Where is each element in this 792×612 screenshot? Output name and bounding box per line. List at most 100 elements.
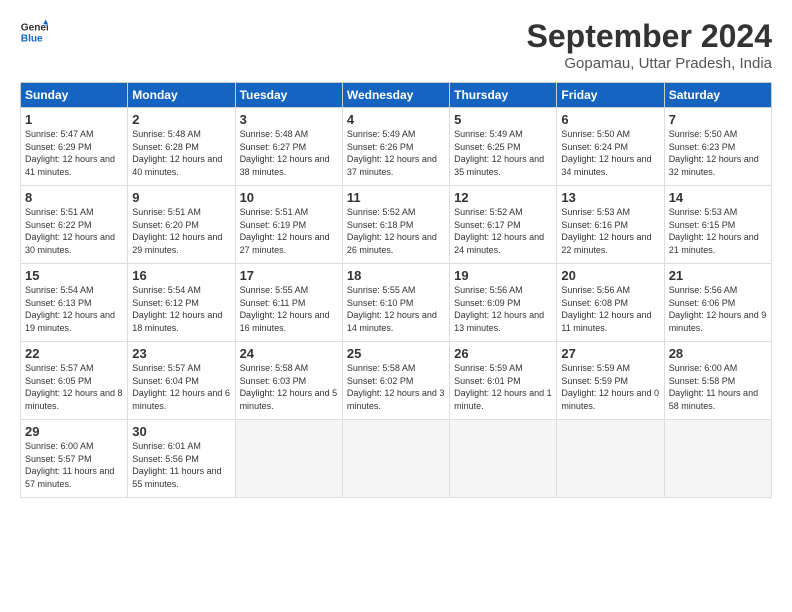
day-info: Sunrise: 5:59 AMSunset: 5:59 PMDaylight:… — [561, 363, 659, 411]
day-number: 20 — [561, 268, 659, 283]
week-row-4: 22 Sunrise: 5:57 AMSunset: 6:05 PMDayligh… — [21, 342, 772, 420]
day-cell: 22 Sunrise: 5:57 AMSunset: 6:05 PMDayligh… — [21, 342, 128, 420]
day-cell: 28 Sunrise: 6:00 AMSunset: 5:58 PMDayligh… — [664, 342, 771, 420]
day-info: Sunrise: 5:48 AMSunset: 6:28 PMDaylight:… — [132, 129, 222, 177]
col-monday: Monday — [128, 83, 235, 108]
calendar-table: Sunday Monday Tuesday Wednesday Thursday… — [20, 82, 772, 498]
day-cell: 18Sunrise: 5:55 AMSunset: 6:10 PMDayligh… — [342, 264, 449, 342]
day-info: Sunrise: 5:49 AMSunset: 6:25 PMDaylight:… — [454, 129, 544, 177]
day-info: Sunrise: 5:54 AMSunset: 6:13 PMDaylight:… — [25, 285, 115, 333]
day-info: Sunrise: 6:00 AMSunset: 5:57 PMDaylight:… — [25, 441, 114, 489]
day-info: Sunrise: 5:56 AMSunset: 6:08 PMDaylight:… — [561, 285, 651, 333]
day-cell: 25Sunrise: 5:58 AMSunset: 6:02 PMDayligh… — [342, 342, 449, 420]
day-cell: 30Sunrise: 6:01 AMSunset: 5:56 PMDayligh… — [128, 420, 235, 498]
day-number: 6 — [561, 112, 659, 127]
col-saturday: Saturday — [664, 83, 771, 108]
week-row-1: 1 Sunrise: 5:47 AMSunset: 6:29 PMDaylight… — [21, 108, 772, 186]
day-cell: 4 Sunrise: 5:49 AMSunset: 6:26 PMDaylight… — [342, 108, 449, 186]
day-cell — [557, 420, 664, 498]
day-info: Sunrise: 5:56 AMSunset: 6:09 PMDaylight:… — [454, 285, 544, 333]
logo-icon: General Blue — [20, 18, 48, 46]
day-info: Sunrise: 5:48 AMSunset: 6:27 PMDaylight:… — [240, 129, 330, 177]
day-info: Sunrise: 5:57 AMSunset: 6:05 PMDaylight:… — [25, 363, 123, 411]
day-cell: 21Sunrise: 5:56 AMSunset: 6:06 PMDayligh… — [664, 264, 771, 342]
day-info: Sunrise: 5:47 AMSunset: 6:29 PMDaylight:… — [25, 129, 115, 177]
day-info: Sunrise: 6:01 AMSunset: 5:56 PMDaylight:… — [132, 441, 221, 489]
day-cell: 26 Sunrise: 5:59 AMSunset: 6:01 PMDayligh… — [450, 342, 557, 420]
day-number: 5 — [454, 112, 552, 127]
day-number: 4 — [347, 112, 445, 127]
day-info: Sunrise: 5:58 AMSunset: 6:02 PMDaylight:… — [347, 363, 445, 411]
col-sunday: Sunday — [21, 83, 128, 108]
col-friday: Friday — [557, 83, 664, 108]
day-number: 11 — [347, 190, 445, 205]
header-row: Sunday Monday Tuesday Wednesday Thursday… — [21, 83, 772, 108]
svg-text:Blue: Blue — [21, 33, 43, 44]
day-info: Sunrise: 5:53 AMSunset: 6:16 PMDaylight:… — [561, 207, 651, 255]
day-number: 13 — [561, 190, 659, 205]
day-number: 7 — [669, 112, 767, 127]
week-row-3: 15 Sunrise: 5:54 AMSunset: 6:13 PMDayligh… — [21, 264, 772, 342]
day-cell: 19 Sunrise: 5:56 AMSunset: 6:09 PMDayligh… — [450, 264, 557, 342]
day-info: Sunrise: 5:59 AMSunset: 6:01 PMDaylight:… — [454, 363, 552, 411]
header-area: General Blue September 2024 Gopamau, Utt… — [20, 18, 772, 72]
day-info: Sunrise: 6:00 AMSunset: 5:58 PMDaylight:… — [669, 363, 758, 411]
day-cell: 16 Sunrise: 5:54 AMSunset: 6:12 PMDayligh… — [128, 264, 235, 342]
day-cell: 24 Sunrise: 5:58 AMSunset: 6:03 PMDayligh… — [235, 342, 342, 420]
day-number: 27 — [561, 346, 659, 361]
day-cell: 14 Sunrise: 5:53 AMSunset: 6:15 PMDayligh… — [664, 186, 771, 264]
week-row-5: 29Sunrise: 6:00 AMSunset: 5:57 PMDayligh… — [21, 420, 772, 498]
day-info: Sunrise: 5:56 AMSunset: 6:06 PMDaylight:… — [669, 285, 767, 333]
day-number: 19 — [454, 268, 552, 283]
day-info: Sunrise: 5:54 AMSunset: 6:12 PMDaylight:… — [132, 285, 222, 333]
day-info: Sunrise: 5:51 AMSunset: 6:19 PMDaylight:… — [240, 207, 330, 255]
day-number: 16 — [132, 268, 230, 283]
page: General Blue September 2024 Gopamau, Utt… — [0, 0, 792, 508]
day-number: 10 — [240, 190, 338, 205]
month-title: September 2024 — [527, 18, 772, 55]
col-tuesday: Tuesday — [235, 83, 342, 108]
day-cell: 27 Sunrise: 5:59 AMSunset: 5:59 PMDayligh… — [557, 342, 664, 420]
day-cell: 17Sunrise: 5:55 AMSunset: 6:11 PMDayligh… — [235, 264, 342, 342]
day-info: Sunrise: 5:57 AMSunset: 6:04 PMDaylight:… — [132, 363, 230, 411]
day-number: 12 — [454, 190, 552, 205]
day-number: 23 — [132, 346, 230, 361]
day-number: 15 — [25, 268, 123, 283]
logo: General Blue — [20, 18, 48, 46]
day-cell: 23 Sunrise: 5:57 AMSunset: 6:04 PMDayligh… — [128, 342, 235, 420]
day-info: Sunrise: 5:51 AMSunset: 6:22 PMDaylight:… — [25, 207, 115, 255]
day-info: Sunrise: 5:49 AMSunset: 6:26 PMDaylight:… — [347, 129, 437, 177]
day-number: 1 — [25, 112, 123, 127]
day-cell: 7 Sunrise: 5:50 AMSunset: 6:23 PMDaylight… — [664, 108, 771, 186]
col-wednesday: Wednesday — [342, 83, 449, 108]
day-cell: 13 Sunrise: 5:53 AMSunset: 6:16 PMDayligh… — [557, 186, 664, 264]
day-cell: 15 Sunrise: 5:54 AMSunset: 6:13 PMDayligh… — [21, 264, 128, 342]
day-info: Sunrise: 5:55 AMSunset: 6:11 PMDaylight:… — [240, 285, 330, 333]
day-cell — [342, 420, 449, 498]
day-cell: 20 Sunrise: 5:56 AMSunset: 6:08 PMDayligh… — [557, 264, 664, 342]
day-info: Sunrise: 5:51 AMSunset: 6:20 PMDaylight:… — [132, 207, 222, 255]
day-info: Sunrise: 5:55 AMSunset: 6:10 PMDaylight:… — [347, 285, 437, 333]
day-info: Sunrise: 5:53 AMSunset: 6:15 PMDaylight:… — [669, 207, 759, 255]
day-cell: 29Sunrise: 6:00 AMSunset: 5:57 PMDayligh… — [21, 420, 128, 498]
day-info: Sunrise: 5:50 AMSunset: 6:23 PMDaylight:… — [669, 129, 759, 177]
day-number: 3 — [240, 112, 338, 127]
day-number: 2 — [132, 112, 230, 127]
day-cell — [235, 420, 342, 498]
week-row-2: 8Sunrise: 5:51 AMSunset: 6:22 PMDaylight… — [21, 186, 772, 264]
day-number: 14 — [669, 190, 767, 205]
day-number: 28 — [669, 346, 767, 361]
day-number: 22 — [25, 346, 123, 361]
location-title: Gopamau, Uttar Pradesh, India — [527, 55, 772, 72]
day-cell: 3 Sunrise: 5:48 AMSunset: 6:27 PMDaylight… — [235, 108, 342, 186]
day-info: Sunrise: 5:50 AMSunset: 6:24 PMDaylight:… — [561, 129, 651, 177]
day-cell: 6 Sunrise: 5:50 AMSunset: 6:24 PMDaylight… — [557, 108, 664, 186]
col-thursday: Thursday — [450, 83, 557, 108]
day-cell: 2 Sunrise: 5:48 AMSunset: 6:28 PMDaylight… — [128, 108, 235, 186]
day-number: 26 — [454, 346, 552, 361]
day-cell: 9Sunrise: 5:51 AMSunset: 6:20 PMDaylight… — [128, 186, 235, 264]
day-cell — [450, 420, 557, 498]
day-cell: 5 Sunrise: 5:49 AMSunset: 6:25 PMDaylight… — [450, 108, 557, 186]
day-number: 24 — [240, 346, 338, 361]
day-info: Sunrise: 5:58 AMSunset: 6:03 PMDaylight:… — [240, 363, 338, 411]
